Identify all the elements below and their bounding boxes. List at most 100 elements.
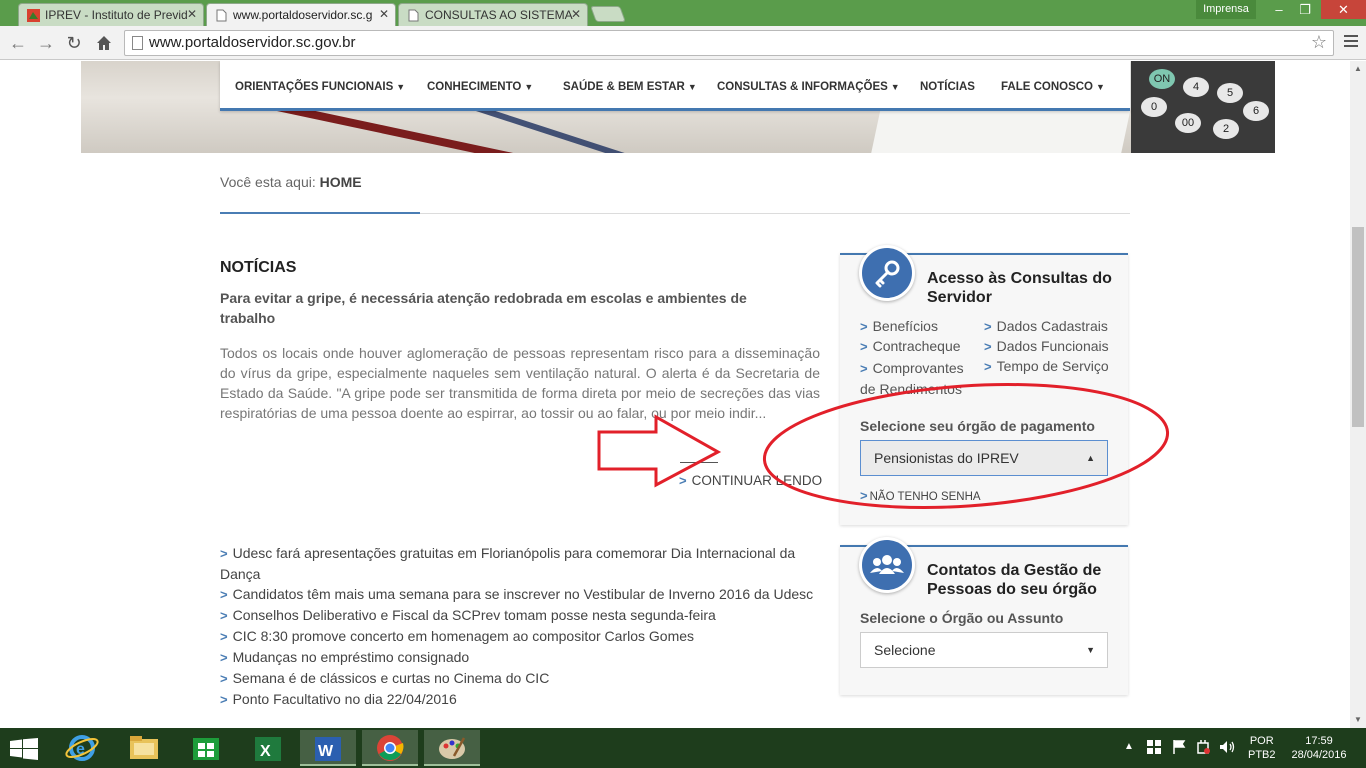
list-item[interactable]: > Udesc fará apresentações gratuitas em F… <box>220 543 820 584</box>
address-bar[interactable]: ☆ <box>124 30 1334 56</box>
back-arrow-icon[interactable]: ← <box>6 31 30 55</box>
restore-icon[interactable]: ❐ <box>1292 0 1318 19</box>
contacts-box-title: Contatos da Gestão de Pessoas do seu órg… <box>927 562 1102 598</box>
nav-conhecimento[interactable]: CONHECIMENTO ▼ <box>427 61 533 111</box>
nav-fale-conosco[interactable]: FALE CONOSCO ▼ <box>1001 61 1105 111</box>
scroll-down-icon[interactable]: ▼ <box>1350 712 1366 728</box>
bookmark-star-icon[interactable]: ☆ <box>1311 32 1327 53</box>
chevron-right-icon: > <box>860 339 868 354</box>
nav-orientacoes[interactable]: ORIENTAÇÕES FUNCIONAIS ▼ <box>235 61 405 111</box>
forward-arrow-icon[interactable]: → <box>34 31 58 55</box>
list-item[interactable]: > Candidatos têm mais uma semana para se … <box>220 584 820 605</box>
chevron-right-icon: > <box>984 359 992 374</box>
chevron-right-icon: > <box>679 473 687 488</box>
chevron-down-icon: ▼ <box>890 82 900 92</box>
nav-consultas[interactable]: CONSULTAS & INFORMAÇÕES ▼ <box>717 61 900 111</box>
link-comprovantes[interactable]: > Comprovantes de Rendimentos <box>860 358 982 399</box>
list-item[interactable]: > Conselhos Deliberativo e Fiscal da SCPr… <box>220 605 820 626</box>
link-beneficios[interactable]: > Benefícios <box>860 318 938 334</box>
close-icon[interactable]: ✕ <box>379 7 389 21</box>
tab-portal[interactable]: www.portaldoservidor.sc.g ✕ <box>206 3 396 26</box>
volume-icon[interactable] <box>1218 739 1236 768</box>
vertical-scrollbar[interactable]: ▲ ▼ <box>1350 61 1366 728</box>
home-icon[interactable] <box>92 31 116 55</box>
main-navigation: ORIENTAÇÕES FUNCIONAIS ▼ CONHECIMENTO ▼ SA… <box>220 61 1130 111</box>
users-group-icon <box>859 537 915 593</box>
list-item[interactable]: > Ponto Facultativo no dia 22/04/2016 <box>220 689 820 710</box>
link-dados-funcionais[interactable]: > Dados Funcionais <box>984 338 1109 354</box>
windows-store-icon[interactable] <box>178 730 234 766</box>
chevron-right-icon: > <box>860 319 868 334</box>
power-plug-icon[interactable] <box>1196 739 1210 768</box>
tab-iprev[interactable]: IPREV - Instituto de Previd ✕ <box>18 3 204 26</box>
list-item[interactable]: > Mudanças no empréstimo consignado <box>220 647 820 668</box>
scrollbar-thumb[interactable] <box>1352 227 1364 427</box>
list-item[interactable]: > CIC 8:30 promove concerto em homenagem … <box>220 626 820 647</box>
nav-saude[interactable]: SAÚDE & BEM ESTAR ▼ <box>563 61 697 111</box>
network-icon[interactable] <box>1146 739 1162 768</box>
tab-label: IPREV - Instituto de Previd <box>45 8 188 22</box>
continue-reading-link[interactable]: > CONTINUAR LENDO <box>679 473 822 488</box>
page-icon <box>132 36 143 50</box>
chevron-right-icon: > <box>220 650 228 665</box>
access-box-title: Acesso às Consultas do Servidor <box>927 270 1112 306</box>
link-tempo-servico[interactable]: > Tempo de Serviço <box>984 358 1109 374</box>
news-section-title: NOTÍCIAS <box>220 259 297 276</box>
window-close-icon[interactable]: ✕ <box>1321 0 1366 19</box>
key-icon <box>859 245 915 301</box>
news-excerpt: Todos os locais onde houver aglomeração … <box>220 345 820 421</box>
word-icon[interactable]: W <box>300 730 356 766</box>
chrome-icon[interactable] <box>362 730 418 766</box>
chevron-down-icon: ▼ <box>524 82 534 92</box>
reload-icon[interactable]: ↻ <box>62 31 86 55</box>
windows-taskbar: e X W ▲ POR PTB2 17:59 28/04/2016 <box>0 728 1366 768</box>
flag-icon[interactable] <box>1172 739 1186 768</box>
link-contracheque[interactable]: > Contracheque <box>860 338 961 354</box>
access-consultas-box: Acesso às Consultas do Servidor > Benefíc… <box>840 245 1128 525</box>
chevron-right-icon: > <box>220 671 228 686</box>
chevron-right-icon: > <box>220 608 228 623</box>
language-indicator[interactable]: POR PTB2 <box>1248 734 1276 768</box>
tab-consultas[interactable]: CONSULTAS AO SISTEMA ✕ <box>398 3 588 26</box>
scroll-up-icon[interactable]: ▲ <box>1350 61 1366 77</box>
chrome-menu-icon[interactable] <box>1340 32 1362 54</box>
file-explorer-icon[interactable] <box>116 730 172 766</box>
page-favicon-icon <box>408 9 419 22</box>
minimize-icon[interactable]: – <box>1266 0 1292 19</box>
iprev-favicon-icon <box>27 9 40 22</box>
caret-up-icon: ▲ <box>1086 453 1095 463</box>
chevron-right-icon: > <box>220 692 228 707</box>
internet-explorer-icon[interactable]: e <box>54 730 110 766</box>
divider <box>680 462 718 463</box>
no-password-link[interactable]: > NÃO TENHO SENHA <box>860 488 981 503</box>
caret-down-icon: ▼ <box>1086 645 1095 655</box>
news-headline[interactable]: Para evitar a gripe, é necessária atençã… <box>220 288 780 328</box>
new-tab-button[interactable] <box>590 6 626 22</box>
list-item[interactable]: > Semana é de clássicos e curtas no Cinem… <box>220 668 820 689</box>
nav-noticias[interactable]: NOTÍCIAS <box>920 61 975 111</box>
windows-start-icon[interactable] <box>10 738 38 760</box>
breadcrumb-home[interactable]: HOME <box>320 174 362 190</box>
svg-text:W: W <box>318 743 334 760</box>
chevron-down-icon: ▼ <box>396 82 406 92</box>
chevron-down-icon: ▼ <box>1096 82 1105 92</box>
close-icon[interactable]: ✕ <box>571 7 581 21</box>
paint-icon[interactable] <box>424 730 480 766</box>
excel-icon[interactable]: X <box>240 730 296 766</box>
link-dados-cadastrais[interactable]: > Dados Cadastrais <box>984 318 1108 334</box>
chevron-right-icon: > <box>984 319 992 334</box>
orgao-select-label: Selecione seu órgão de pagamento <box>860 418 1095 434</box>
orgao-assunto-select[interactable]: Selecione ▼ <box>860 632 1108 668</box>
chevron-right-icon: > <box>220 629 228 644</box>
tab-label: www.portaldoservidor.sc.g <box>233 8 373 22</box>
chevron-right-icon: > <box>220 587 228 602</box>
clock[interactable]: 17:59 28/04/2016 <box>1290 734 1348 768</box>
close-icon[interactable]: ✕ <box>187 7 197 21</box>
orgao-pagamento-select[interactable]: Pensionistas do IPREV ▲ <box>860 440 1108 476</box>
page-favicon-icon <box>216 9 227 22</box>
chevron-right-icon: > <box>860 361 868 376</box>
svg-text:X: X <box>260 743 271 760</box>
url-input[interactable] <box>149 31 1299 55</box>
page-viewport: ON 4 5 0 00 2 6 ORIENTAÇÕES FUNCIONAIS ▼ … <box>0 61 1350 728</box>
tray-expand-icon[interactable]: ▲ <box>1124 741 1134 768</box>
